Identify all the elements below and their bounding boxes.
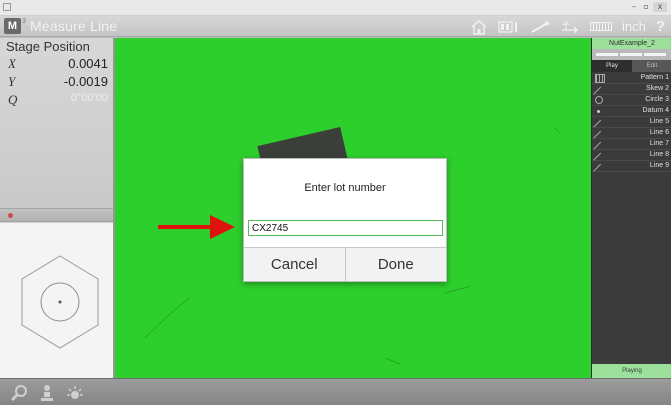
feature-label: Line 5 bbox=[649, 118, 669, 125]
tab-play[interactable]: Play bbox=[592, 60, 632, 72]
lot-number-dialog: Enter lot number Cancel Done bbox=[243, 158, 447, 282]
circle-icon bbox=[595, 96, 603, 104]
help-icon[interactable]: ? bbox=[656, 18, 665, 35]
feature-label: Pattern 1 bbox=[640, 74, 669, 81]
done-button[interactable]: Done bbox=[344, 248, 447, 281]
tab-edit[interactable]: Edit bbox=[632, 60, 671, 72]
progress-segment bbox=[620, 53, 642, 56]
program-name: NutExample_2 bbox=[592, 38, 671, 49]
dro-display-icon[interactable] bbox=[498, 20, 520, 34]
feature-label: Line 9 bbox=[649, 162, 669, 169]
feature-item[interactable]: Skew 2 bbox=[592, 84, 671, 101]
app-logo-superscript: 3 bbox=[22, 18, 26, 25]
feature-label: Line 6 bbox=[649, 129, 669, 136]
feature-item[interactable]: Line 8 bbox=[592, 150, 671, 167]
measurement-app: – ▫ x M 3 Measure Line inch ? Stage Posi… bbox=[0, 0, 671, 405]
status-dot-icon bbox=[8, 213, 13, 218]
title-toolbar: inch ? bbox=[470, 17, 665, 36]
axis-row-y[interactable]: Y -0.0019 bbox=[6, 74, 108, 92]
feature-item[interactable]: Datum 4 bbox=[592, 106, 671, 117]
axis-label: Q bbox=[8, 92, 18, 107]
line-icon bbox=[593, 163, 607, 178]
title-bar: M 3 Measure Line inch ? bbox=[0, 16, 671, 37]
probe-icon[interactable] bbox=[36, 382, 58, 403]
progress-segment bbox=[644, 53, 666, 56]
mode-tabs: Play Edit bbox=[592, 60, 671, 72]
progress-segment bbox=[596, 53, 618, 56]
home-icon[interactable] bbox=[470, 19, 488, 35]
feature-label: Line 8 bbox=[649, 151, 669, 158]
axis-label: X bbox=[8, 56, 16, 71]
point-icon bbox=[597, 110, 600, 113]
light-icon[interactable] bbox=[64, 382, 86, 403]
hex-nut-outline bbox=[21, 255, 99, 349]
dialog-button-row: Cancel Done bbox=[244, 247, 446, 281]
axis-value: 0.0041 bbox=[68, 56, 108, 71]
axis-row-x[interactable]: X 0.0041 bbox=[6, 56, 108, 74]
feature-label: Line 7 bbox=[649, 140, 669, 147]
part-view-minimap[interactable] bbox=[0, 223, 113, 378]
window-controls: – ▫ x bbox=[629, 2, 667, 12]
feature-item[interactable]: Line 7 bbox=[592, 139, 671, 156]
program-progress-track[interactable] bbox=[592, 49, 671, 60]
app-logo[interactable]: M bbox=[4, 18, 21, 34]
axis-value: -0.0019 bbox=[63, 74, 108, 89]
stage-position-panel: Stage Position X 0.0041 Y -0.0019 Q 0°00… bbox=[0, 38, 113, 208]
units-label[interactable]: inch bbox=[622, 19, 646, 34]
playback-status: Playing bbox=[592, 364, 671, 378]
restore-icon[interactable]: ▫ bbox=[641, 2, 651, 12]
feature-label: Circle 3 bbox=[645, 96, 669, 103]
move-axis-icon[interactable] bbox=[560, 20, 580, 34]
pattern-icon bbox=[595, 74, 605, 83]
ruler-icon[interactable] bbox=[589, 22, 612, 31]
page-title: Measure Line bbox=[30, 18, 118, 34]
camera-view[interactable]: Enter lot number Cancel Done bbox=[113, 38, 591, 378]
feature-label: Datum 4 bbox=[642, 107, 669, 114]
app-window-icon bbox=[3, 3, 11, 11]
feature-label: Skew 2 bbox=[646, 85, 669, 92]
cancel-button[interactable]: Cancel bbox=[244, 248, 345, 281]
feature-item[interactable]: Line 5 bbox=[592, 117, 671, 134]
feature-item[interactable]: Pattern 1 bbox=[592, 73, 671, 84]
axis-row-q[interactable]: Q 0°00'00 bbox=[6, 92, 108, 110]
program-panel: NutExample_2 Play Edit Pattern 1 Skew 2 … bbox=[591, 38, 671, 378]
dialog-prompt: Enter lot number bbox=[304, 182, 386, 194]
bottom-toolbar bbox=[0, 378, 671, 405]
close-icon[interactable]: x bbox=[653, 2, 667, 12]
axis-label: Y bbox=[8, 74, 16, 89]
panel-separator[interactable] bbox=[0, 208, 113, 222]
feature-item[interactable]: Circle 3 bbox=[592, 95, 671, 106]
axis-value: 0°00'00 bbox=[70, 92, 108, 104]
os-window-bar: – ▫ x bbox=[0, 0, 671, 16]
lot-number-input[interactable] bbox=[248, 220, 443, 236]
magnifier-icon[interactable] bbox=[8, 382, 30, 403]
left-panel: Stage Position X 0.0041 Y -0.0019 Q 0°00… bbox=[0, 38, 113, 378]
probe-tool-icon[interactable] bbox=[530, 20, 550, 34]
feature-item[interactable]: Line 9 bbox=[592, 161, 671, 178]
stage-position-title: Stage Position bbox=[6, 39, 90, 54]
feature-list: Pattern 1 Skew 2 Circle 3 Datum 4 Line 5… bbox=[592, 73, 671, 178]
minimize-icon[interactable]: – bbox=[629, 2, 639, 12]
feature-item[interactable]: Line 6 bbox=[592, 128, 671, 145]
